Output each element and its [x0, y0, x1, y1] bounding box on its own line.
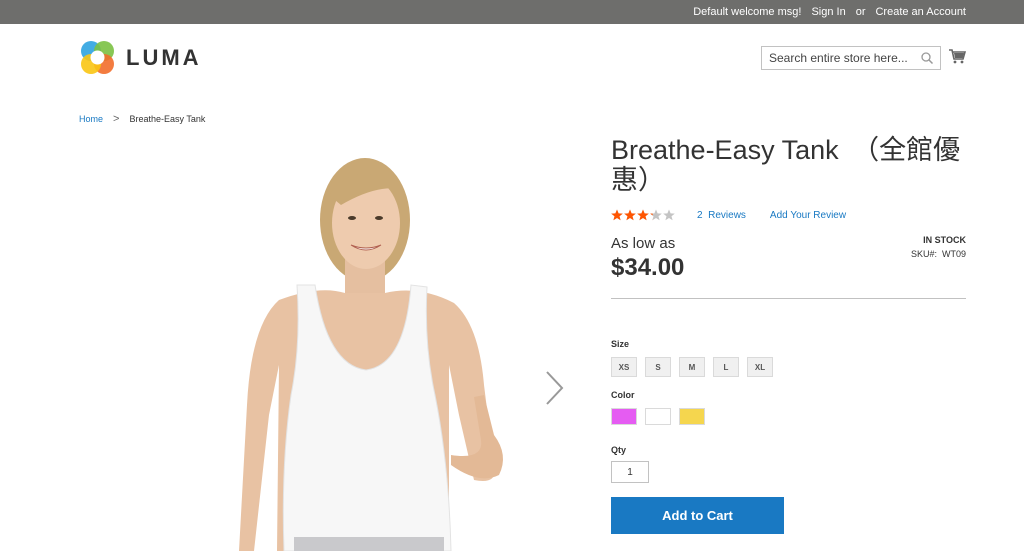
- reviews-count: 2: [697, 209, 703, 221]
- size-option-m[interactable]: M: [679, 357, 705, 377]
- or-text: or: [855, 6, 866, 18]
- luma-logo-icon: [81, 41, 114, 74]
- breadcrumb-current: Breathe-Easy Tank: [129, 114, 206, 124]
- product-info: Breathe-Easy Tank （全館優惠） 2 Reviews Add Y…: [611, 135, 966, 534]
- breadcrumb: Home > Breathe-Easy Tank: [79, 113, 205, 125]
- color-swatch-white[interactable]: [645, 408, 671, 425]
- next-image-arrow-icon[interactable]: [543, 370, 565, 406]
- logo-text: LUMA: [126, 44, 202, 70]
- product-title: Breathe-Easy Tank （全館優惠）: [611, 135, 961, 195]
- cart-icon[interactable]: [949, 49, 966, 64]
- sku-label: SKU#:: [910, 249, 937, 259]
- add-review-link[interactable]: Add Your Review: [770, 210, 846, 221]
- divider: [611, 298, 966, 299]
- size-options: XS S M L XL: [611, 357, 966, 377]
- reviews-link[interactable]: 2 Reviews: [697, 210, 746, 221]
- color-swatch-purple[interactable]: [611, 408, 637, 425]
- color-options: [611, 408, 966, 425]
- stock-status: IN STOCK: [923, 235, 966, 245]
- size-label: Size: [611, 339, 630, 349]
- model-photo: [79, 135, 579, 551]
- welcome-message: Default welcome msg!: [693, 6, 802, 18]
- search-icon[interactable]: [920, 51, 934, 65]
- price-box: As low as $34.00 IN STOCK SKU#: WT09: [611, 235, 966, 287]
- size-option-xs[interactable]: XS: [611, 357, 637, 377]
- color-swatch-yellow[interactable]: [679, 408, 705, 425]
- product-image[interactable]: [79, 135, 579, 551]
- size-option-xl[interactable]: XL: [747, 357, 773, 377]
- qty-input[interactable]: 1: [611, 461, 649, 483]
- search-placeholder: Search entire store here...: [769, 51, 908, 65]
- star-rating-icon: [611, 209, 675, 221]
- sku-value: WT09: [941, 249, 966, 259]
- size-option-s[interactable]: S: [645, 357, 671, 377]
- logo[interactable]: LUMA: [79, 39, 202, 76]
- top-bar: Default welcome msg! Sign In or Create a…: [0, 0, 1024, 24]
- breadcrumb-separator: >: [113, 113, 120, 125]
- sign-in-link[interactable]: Sign In: [811, 6, 845, 18]
- add-to-cart-button[interactable]: Add to Cart: [611, 497, 784, 534]
- search-input[interactable]: Search entire store here...: [761, 46, 941, 70]
- breadcrumb-home[interactable]: Home: [79, 114, 103, 124]
- sku: SKU#: WT09: [911, 249, 966, 259]
- reviews-label: Reviews: [708, 209, 746, 221]
- header: LUMA Search entire store here...: [0, 24, 1024, 94]
- qty-label: Qty: [611, 445, 627, 455]
- size-option-l[interactable]: L: [713, 357, 739, 377]
- rating-stars: [611, 209, 675, 221]
- color-label: Color: [611, 390, 635, 400]
- create-account-link[interactable]: Create an Account: [875, 6, 966, 18]
- rating-summary: 2 Reviews Add Your Review: [611, 209, 966, 221]
